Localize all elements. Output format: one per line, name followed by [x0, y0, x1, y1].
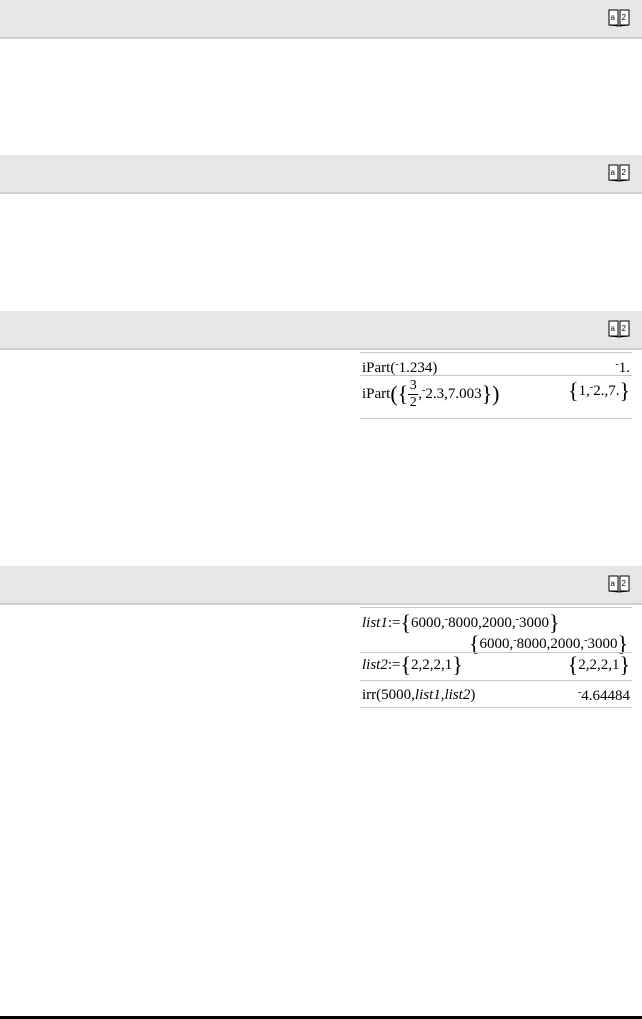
- irr-input-3: irr(5000,list1,list2): [362, 686, 476, 703]
- irr-example-line1: list1:={6000,-8000,2000,-3000} {6000,-80…: [360, 607, 632, 656]
- irr-output-2: {2,2,2,1}: [567, 652, 630, 677]
- irr-input-1: list1:={6000,-8000,2000,-3000}: [362, 610, 560, 635]
- section-header-band: a 2: [0, 155, 642, 194]
- book-icon[interactable]: a 2: [608, 320, 630, 338]
- irr-output-1: {6000,-8000,2000,-3000}: [468, 631, 628, 656]
- irr-input-2: list2:={2,2,2,1}: [362, 652, 463, 677]
- section-header-band: a 2: [0, 0, 642, 39]
- ipart-output-1: -1.: [615, 359, 630, 376]
- irr-output-3: -4.64484: [577, 687, 630, 704]
- svg-text:a: a: [611, 579, 616, 588]
- ipart-input-1: iPart(-1.234): [362, 359, 438, 376]
- svg-text:a: a: [611, 13, 616, 22]
- section-header-band: a 2: [0, 311, 642, 350]
- svg-text:a: a: [611, 324, 616, 333]
- section-header-band: a 2: [0, 566, 642, 605]
- svg-text:a: a: [611, 168, 616, 177]
- svg-text:2: 2: [622, 13, 627, 22]
- book-icon[interactable]: a 2: [608, 9, 630, 27]
- irr-example-line3: irr(5000,list1,list2) -4.64484: [360, 680, 632, 708]
- irr-example-line2: list2:={2,2,2,1} {2,2,2,1}: [360, 652, 632, 676]
- svg-text:2: 2: [622, 168, 627, 177]
- svg-text:2: 2: [622, 579, 627, 588]
- ipart-input-2: iPart({3 2 ,-2.3,7.003}): [362, 378, 500, 410]
- ipart-example-line2: iPart({3 2 ,-2.3,7.003}) {1,-2.,7.}: [360, 375, 632, 419]
- svg-text:2: 2: [622, 324, 627, 333]
- book-icon[interactable]: a 2: [608, 164, 630, 182]
- book-icon[interactable]: a 2: [608, 575, 630, 593]
- ipart-output-2: {1,-2.,7.}: [568, 378, 630, 403]
